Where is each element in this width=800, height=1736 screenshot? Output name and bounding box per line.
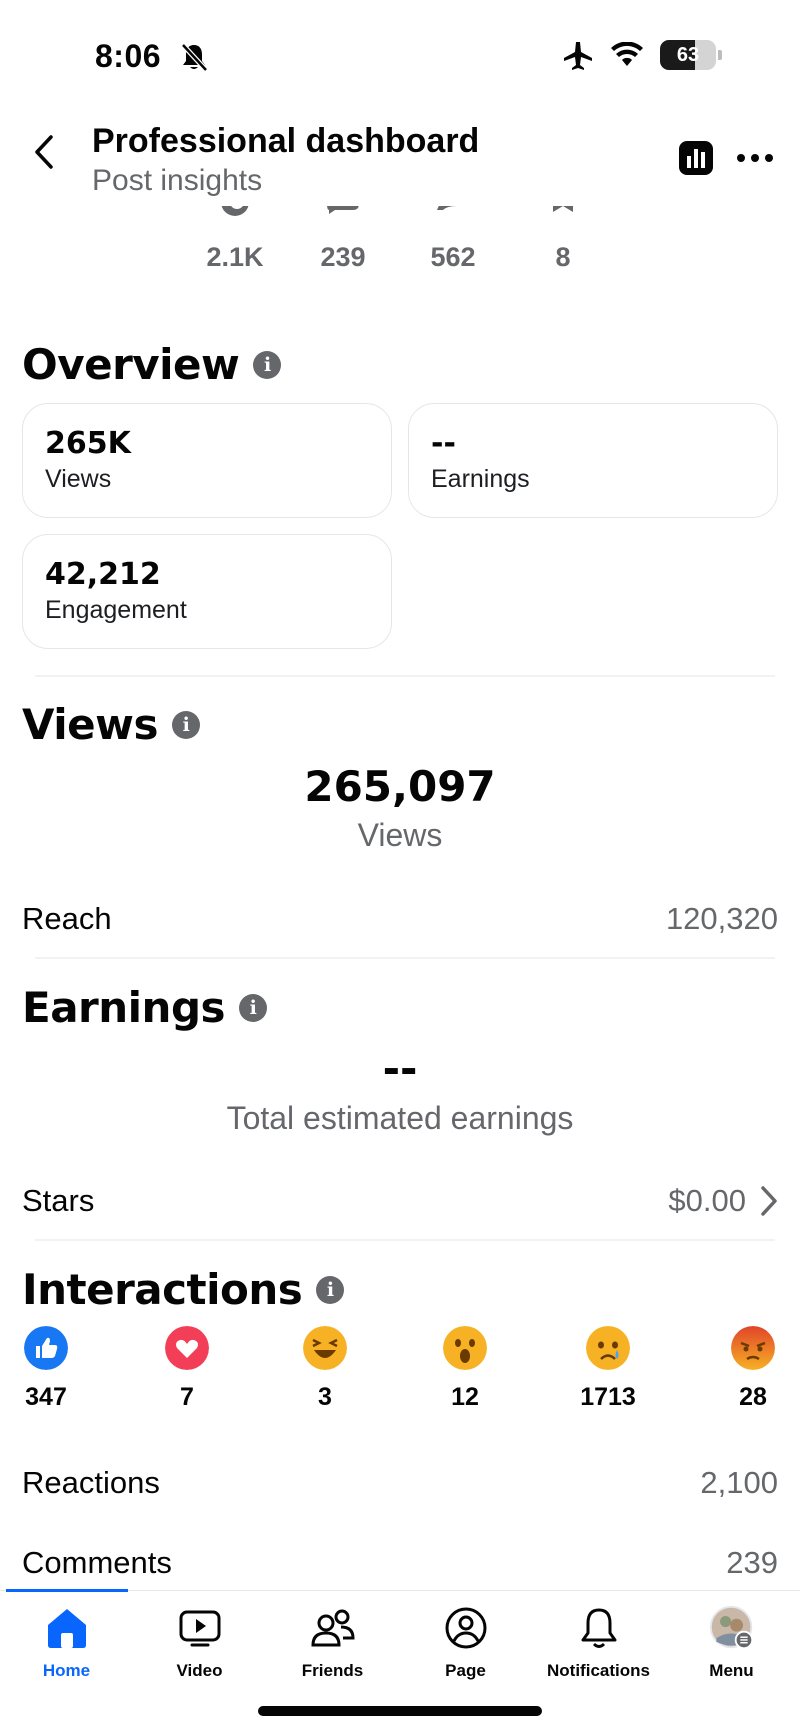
reactions-count: 2.1K	[190, 196, 280, 273]
status-icons: 63	[562, 40, 722, 70]
overview-section-title: Overview i	[22, 340, 282, 389]
avatar-icon	[709, 1605, 753, 1650]
nav-video[interactable]: Video	[133, 1605, 266, 1681]
post-summary-counts: 2.1K 239 562 8	[0, 196, 800, 286]
views-total: 265,097	[304, 762, 496, 811]
info-icon[interactable]: i	[316, 1275, 345, 1304]
nav-home[interactable]: Home	[0, 1605, 133, 1681]
bell-off-icon	[181, 43, 208, 72]
app-header: Professional dashboard Post insights	[0, 110, 800, 206]
page-title: Professional dashboard	[92, 122, 480, 160]
nav-menu[interactable]: Menu	[665, 1605, 798, 1681]
status-bar: 8:06 63	[0, 0, 800, 110]
love-icon	[165, 1326, 209, 1370]
friends-icon	[310, 1609, 355, 1647]
bar-chart-icon	[679, 141, 713, 175]
views-total-label: Views	[357, 817, 443, 853]
more-icon	[737, 154, 773, 162]
info-icon[interactable]: i	[239, 993, 268, 1022]
stars-row[interactable]: Stars $0.00	[22, 1176, 778, 1226]
shares-count: 562	[408, 196, 498, 273]
more-options-button[interactable]	[732, 140, 778, 176]
views-section-title: Views i	[22, 700, 200, 749]
like-icon	[24, 1326, 68, 1370]
reactions-breakdown: 347 7 3 12 1713 28	[0, 1326, 800, 1411]
reactions-total-row: Reactions 2,100	[22, 1465, 778, 1500]
battery-indicator: 63	[660, 40, 716, 70]
reaction-sad: 1713	[573, 1326, 643, 1412]
nav-notifications[interactable]: Notifications	[532, 1605, 665, 1681]
earnings-section-title: Earnings i	[22, 983, 268, 1032]
overview-card-views[interactable]: 265K Views	[22, 403, 392, 518]
reaction-angry: 28	[718, 1326, 788, 1412]
comments-count: 239	[298, 196, 388, 273]
earnings-total-label: Total estimated earnings	[226, 1100, 574, 1136]
chevron-right-icon	[761, 1186, 777, 1216]
battery-level: 63	[676, 43, 700, 66]
nav-friends[interactable]: Friends	[266, 1605, 399, 1681]
wifi-icon	[611, 42, 643, 66]
back-button[interactable]	[22, 130, 66, 174]
chevron-left-icon	[35, 135, 53, 169]
active-tab-indicator	[6, 1589, 128, 1592]
reach-row: Reach 120,320	[22, 901, 778, 936]
overview-card-earnings[interactable]: -- Earnings	[408, 403, 778, 518]
earnings-total: --	[382, 1044, 418, 1093]
video-icon	[179, 1610, 220, 1647]
info-icon[interactable]: i	[253, 350, 282, 379]
wow-icon	[443, 1326, 487, 1370]
sad-icon	[586, 1326, 630, 1370]
overview-card-engagement[interactable]: 42,212 Engagement	[22, 534, 392, 649]
interactions-section-title: Interactions i	[22, 1265, 345, 1314]
divider	[35, 1239, 775, 1241]
reaction-wow: 12	[430, 1326, 500, 1412]
status-time: 8:06	[95, 38, 162, 74]
reaction-like: 347	[11, 1326, 81, 1412]
comments-total-row: Comments 239	[22, 1545, 778, 1580]
angry-icon	[731, 1326, 775, 1370]
divider	[35, 675, 775, 677]
page-subtitle: Post insights	[92, 164, 263, 197]
battery-nub	[718, 50, 722, 60]
page-icon	[445, 1607, 486, 1649]
bell-icon	[581, 1608, 616, 1648]
home-icon	[47, 1609, 86, 1648]
reaction-haha: 3	[290, 1326, 360, 1412]
airplane-icon	[564, 42, 592, 70]
saves-count: 8	[518, 196, 608, 273]
nav-page[interactable]: Page	[399, 1605, 532, 1681]
info-icon[interactable]: i	[171, 710, 200, 739]
home-indicator	[258, 1706, 542, 1716]
haha-icon	[303, 1326, 347, 1370]
reaction-love: 7	[152, 1326, 222, 1412]
insights-button[interactable]	[678, 140, 714, 176]
divider	[35, 957, 775, 959]
